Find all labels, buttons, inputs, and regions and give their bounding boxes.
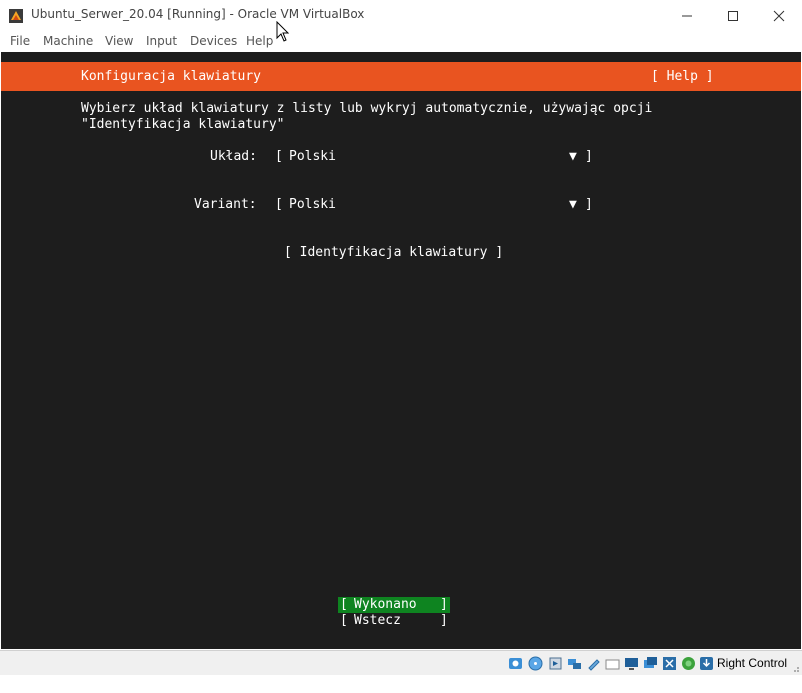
menu-machine[interactable]: Machine	[43, 34, 93, 48]
host-key-label: Right Control	[717, 656, 788, 670]
done-close-bracket: ]	[440, 597, 448, 612]
network-icon[interactable]	[567, 656, 582, 671]
variant-label: Variant:	[194, 197, 257, 212]
variant-select-close-bracket: ]	[585, 197, 593, 212]
keyboard-capture-icon[interactable]	[699, 656, 714, 671]
mouse-cursor-icon	[276, 21, 290, 42]
variant-select[interactable]: Polski	[289, 197, 336, 213]
layout-label: Układ:	[210, 149, 257, 164]
back-button[interactable]: [ Wstecz ]	[338, 613, 450, 629]
close-icon	[773, 10, 785, 21]
window-titlebar[interactable]: Ubuntu_Serwer_20.04 [Running] - Oracle V…	[0, 0, 802, 31]
layout-select-open-bracket: [	[275, 149, 283, 164]
layout-select-close-bracket: ]	[585, 149, 593, 164]
resize-grip-icon[interactable]	[790, 663, 800, 673]
window-title: Ubuntu_Serwer_20.04 [Running] - Oracle V…	[31, 7, 365, 21]
display-icon[interactable]	[624, 656, 639, 671]
layout-dropdown-arrow-icon[interactable]: ▼	[569, 149, 577, 165]
done-open-bracket: [	[340, 597, 348, 612]
virtualization-icon[interactable]	[662, 656, 677, 671]
description-line-2: "Identyfikacja klawiatury"	[81, 117, 285, 132]
identify-keyboard-button[interactable]: [ Identyfikacja klawiatury ]	[284, 245, 503, 261]
minimize-icon	[682, 15, 692, 16]
menu-devices[interactable]: Devices	[190, 34, 237, 48]
back-button-label: Wstecz	[354, 613, 401, 628]
close-button[interactable]	[756, 0, 802, 31]
usb-icon[interactable]	[586, 656, 601, 671]
shared-folders-icon[interactable]	[605, 656, 620, 671]
installer-title: Konfiguracja klawiatury	[81, 69, 262, 84]
maximize-icon	[728, 10, 738, 21]
done-button[interactable]: [ Wykonano ]	[338, 597, 450, 613]
menu-bar: File Machine View Input Devices Help	[0, 31, 802, 52]
minimize-button[interactable]	[664, 0, 710, 31]
virtualbox-app-icon	[9, 9, 23, 23]
description-line-1: Wybierz układ klawiatury z listy lub wyk…	[81, 101, 653, 116]
menu-help[interactable]: Help	[246, 34, 273, 48]
back-close-bracket: ]	[440, 613, 448, 628]
video-capture-icon[interactable]	[643, 656, 658, 671]
hard-disk-icon[interactable]	[508, 656, 523, 671]
vm-display[interactable]: Konfiguracja klawiatury [ Help ] Wybierz…	[1, 52, 801, 649]
back-open-bracket: [	[340, 613, 348, 628]
done-button-label: Wykonano	[354, 597, 417, 612]
maximize-button[interactable]	[710, 0, 756, 31]
status-bar: Right Control	[0, 650, 802, 675]
help-button[interactable]: [ Help ]	[651, 69, 714, 85]
layout-select[interactable]: Polski	[289, 149, 336, 165]
optical-drive-icon[interactable]	[528, 656, 543, 671]
menu-file[interactable]: File	[10, 34, 30, 48]
audio-icon[interactable]	[548, 656, 563, 671]
variant-dropdown-arrow-icon[interactable]: ▼	[569, 197, 577, 213]
menu-input[interactable]: Input	[146, 34, 177, 48]
menu-view[interactable]: View	[105, 34, 133, 48]
variant-select-open-bracket: [	[275, 197, 283, 212]
guest-additions-icon[interactable]	[681, 656, 696, 671]
